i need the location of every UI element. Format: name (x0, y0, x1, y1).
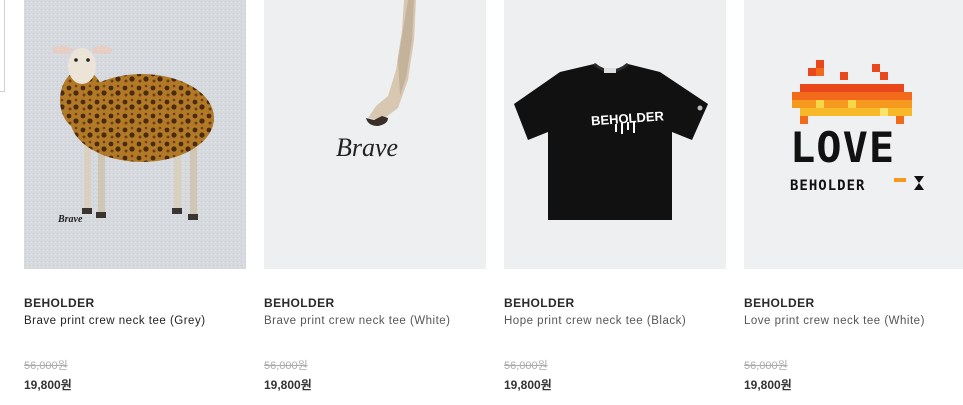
product-brand[interactable]: BEHOLDER (744, 296, 815, 310)
sale-price: 19,800원 (24, 378, 72, 392)
pixel-fire-love-print-icon: LOVE BEHOLDER (744, 0, 963, 269)
sale-price: 19,800원 (504, 378, 552, 392)
love-print-text: LOVE (790, 123, 895, 172)
original-price: 56,000원 (264, 360, 308, 372)
product-brand[interactable]: BEHOLDER (504, 296, 575, 310)
product-name[interactable]: Brave print crew neck tee (White) (264, 315, 451, 327)
original-price: 56,000원 (504, 360, 548, 372)
left-edge-divider (0, 0, 5, 92)
brave-print-text: Brave (57, 214, 83, 225)
product-name[interactable]: Hope print crew neck tee (Black) (504, 315, 686, 327)
product-card-white-love[interactable]: LOVE BEHOLDER BEHOLDER Love print crew n… (744, 0, 963, 405)
product-image[interactable]: Brave (24, 0, 246, 269)
sale-price: 19,800원 (264, 378, 312, 392)
product-image[interactable]: BEHOLDER (504, 0, 726, 269)
product-brand[interactable]: BEHOLDER (24, 296, 95, 310)
product-image[interactable]: LOVE BEHOLDER (744, 0, 963, 269)
product-card-grey-brave[interactable]: Brave BEHOLDER Brave print crew neck tee… (24, 0, 246, 405)
sheep-leg-print-icon: Brave (264, 0, 486, 269)
leopard-sheep-print-icon: Brave (24, 0, 246, 269)
product-name[interactable]: Brave print crew neck tee (Grey) (24, 315, 206, 327)
original-price: 56,000원 (744, 360, 788, 372)
beholder-print-text: BEHOLDER (790, 178, 865, 194)
original-price: 56,000원 (24, 360, 68, 372)
product-brand[interactable]: BEHOLDER (264, 296, 335, 310)
black-tshirt-icon: BEHOLDER (504, 0, 726, 269)
product-image[interactable]: Brave (264, 0, 486, 269)
product-name[interactable]: Love print crew neck tee (White) (744, 315, 925, 327)
product-card-white-brave[interactable]: Brave BEHOLDER Brave print crew neck tee… (264, 0, 486, 405)
sale-price: 19,800원 (744, 378, 792, 392)
brave-print-text: Brave (336, 133, 398, 162)
product-card-black-hope[interactable]: BEHOLDER BEHOLDER Hope print crew neck t… (504, 0, 726, 405)
